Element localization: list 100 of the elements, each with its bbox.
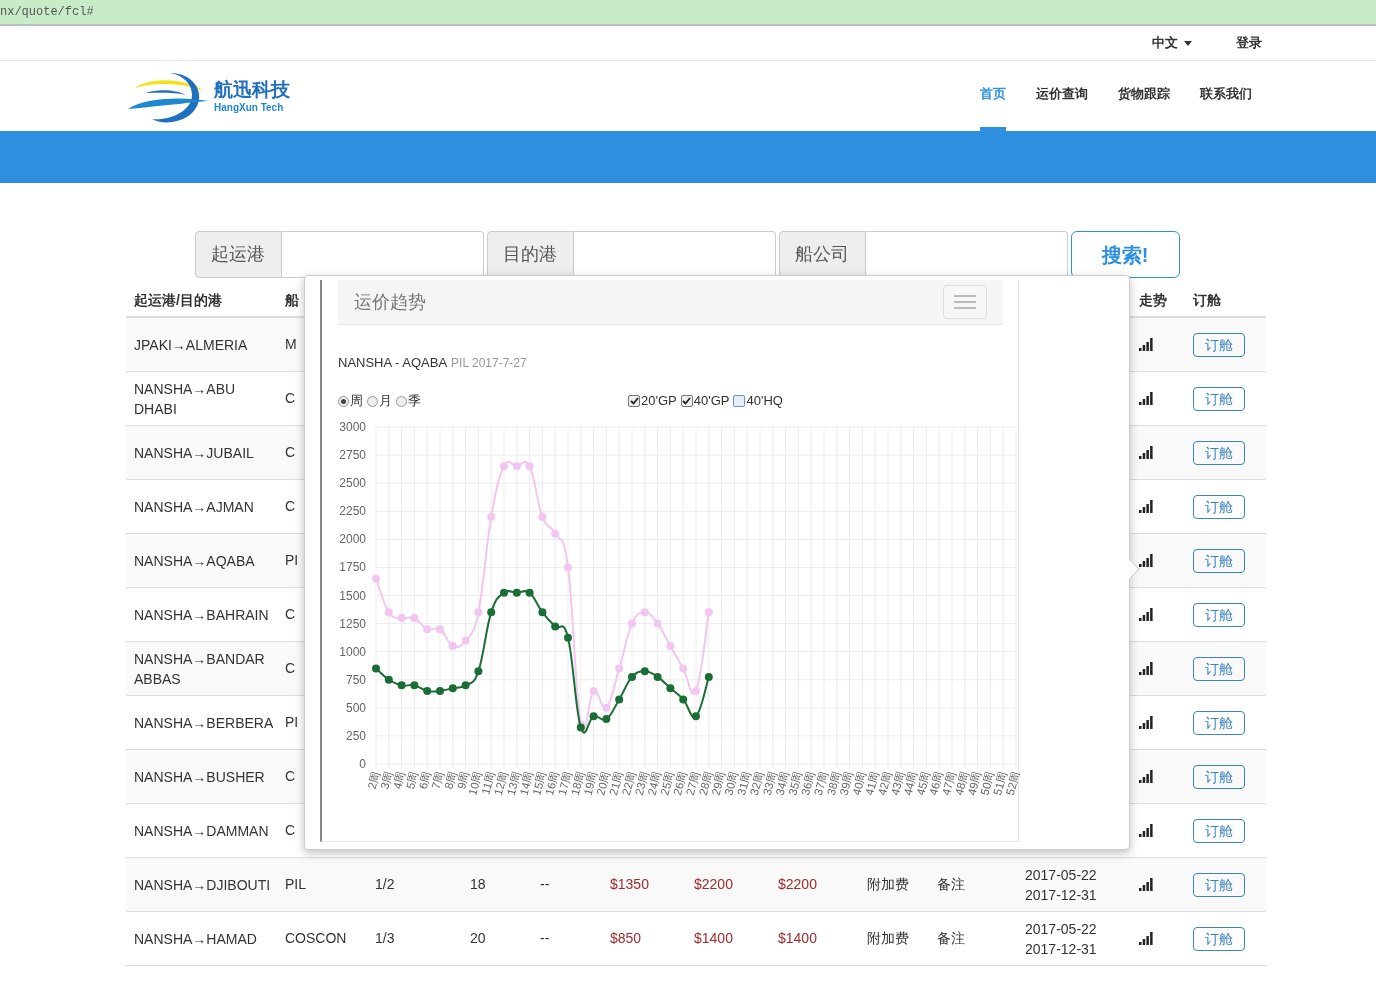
period-radio[interactable]: 季 bbox=[396, 391, 421, 411]
container-checkbox[interactable]: 40'GP bbox=[680, 391, 730, 411]
signal-bars-icon bbox=[1139, 608, 1153, 621]
data-point bbox=[423, 687, 432, 695]
date-cell-text: 2017-12-31 bbox=[1025, 939, 1098, 959]
table-cell-text: 1/3 bbox=[375, 929, 396, 948]
book-button[interactable]: 订舱 bbox=[1193, 926, 1245, 951]
book-button[interactable]: 订舱 bbox=[1193, 386, 1245, 411]
y-tick-label: 1500 bbox=[339, 588, 366, 603]
y-tick-label: 0 bbox=[359, 757, 366, 771]
data-point bbox=[653, 672, 662, 681]
signal-bars-icon bbox=[1139, 392, 1153, 405]
data-point bbox=[640, 667, 649, 676]
data-point bbox=[474, 667, 483, 676]
table-cell-text: 1/2 bbox=[375, 875, 396, 894]
data-point bbox=[551, 529, 560, 538]
carrier-cell-text: C bbox=[285, 821, 296, 840]
nav-link[interactable]: 运价查询 bbox=[1036, 61, 1088, 131]
data-point bbox=[679, 664, 688, 673]
note-link[interactable]: 备注 bbox=[937, 928, 965, 949]
carrier-cell-text: PI bbox=[285, 713, 299, 732]
period-radio[interactable]: 月 bbox=[367, 391, 392, 411]
carrier-cell-text: PI bbox=[285, 551, 299, 570]
container-checkbox[interactable]: 20'GP bbox=[628, 391, 677, 411]
route-cell-text: NANSHA→BERBERA bbox=[133, 713, 275, 733]
data-point bbox=[602, 715, 611, 724]
book-button[interactable]: 订舱 bbox=[1193, 602, 1245, 627]
data-point bbox=[538, 512, 547, 521]
carrier-cell-text: C bbox=[285, 767, 296, 786]
route-cell-text: NANSHA→HAMAD bbox=[133, 929, 258, 949]
panel-title: 运价趋势 bbox=[354, 290, 426, 314]
data-point bbox=[461, 681, 470, 690]
data-point bbox=[704, 608, 713, 617]
data-point bbox=[372, 664, 380, 673]
book-button[interactable]: 订舱 bbox=[1193, 332, 1245, 357]
data-point bbox=[487, 608, 496, 617]
data-point bbox=[474, 608, 483, 617]
note-link[interactable]: 备注 bbox=[937, 874, 965, 895]
data-point bbox=[692, 687, 700, 695]
field-label: 船公司 bbox=[778, 231, 866, 278]
book-button[interactable]: 订舱 bbox=[1193, 656, 1245, 681]
nav-link[interactable]: 联系我们 bbox=[1200, 61, 1252, 131]
price-cell-text: $2200 bbox=[778, 875, 818, 894]
column-header: 走势 bbox=[1139, 290, 1168, 310]
book-button[interactable]: 订舱 bbox=[1193, 494, 1245, 519]
data-point bbox=[397, 681, 406, 690]
data-point bbox=[512, 462, 521, 471]
table-cell-text: 18 bbox=[470, 875, 487, 894]
y-tick-label: 1000 bbox=[339, 644, 366, 659]
data-point bbox=[692, 712, 700, 721]
date-cell-text: 2017-05-22 bbox=[1025, 919, 1098, 939]
y-tick-label: 500 bbox=[345, 700, 366, 715]
data-point bbox=[423, 625, 432, 634]
field-label: 目的港 bbox=[486, 231, 574, 278]
book-button[interactable]: 订舱 bbox=[1193, 872, 1245, 897]
book-button[interactable]: 订舱 bbox=[1193, 440, 1245, 465]
route-cell-text: JPAKI→ALMERIA bbox=[133, 335, 249, 355]
menu-button[interactable] bbox=[943, 285, 987, 319]
signal-bars-icon bbox=[1139, 824, 1153, 837]
address-bar[interactable]: nx/quote/fcl# bbox=[0, 0, 1376, 26]
data-point bbox=[512, 588, 521, 597]
column-header: 船 bbox=[285, 290, 299, 310]
data-point bbox=[551, 622, 560, 631]
date-cell-text: 2017-05-22 bbox=[1025, 865, 1098, 885]
route-cell-text: NANSHA→JUBAIL bbox=[133, 443, 255, 463]
surcharge-link[interactable]: 附加费 bbox=[867, 928, 909, 949]
signal-bars-icon bbox=[1139, 446, 1153, 459]
book-button[interactable]: 订舱 bbox=[1193, 818, 1245, 843]
book-button[interactable]: 订舱 bbox=[1193, 764, 1245, 789]
date-cell-text: 2017-12-31 bbox=[1025, 885, 1098, 905]
period-radio[interactable]: 周 bbox=[338, 391, 363, 411]
data-point bbox=[576, 723, 585, 732]
carrier-cell-text: C bbox=[285, 497, 296, 516]
route-cell-text: NANSHA→ABU DHABI bbox=[133, 379, 237, 419]
signal-bars-icon bbox=[1139, 716, 1153, 729]
route-cell-text: NANSHA→DAMMAN bbox=[133, 821, 270, 841]
data-point bbox=[704, 672, 713, 681]
data-point bbox=[500, 588, 508, 597]
data-point bbox=[538, 608, 547, 617]
container-checkbox[interactable]: 40'HQ bbox=[733, 391, 783, 411]
book-button[interactable]: 订舱 bbox=[1193, 710, 1245, 735]
signal-bars-icon bbox=[1139, 878, 1153, 891]
y-tick-label: 2250 bbox=[339, 504, 366, 519]
language-dropdown[interactable]: 中文 bbox=[1152, 33, 1192, 53]
login-link[interactable]: 登录 bbox=[1236, 33, 1262, 53]
column-header: 订舱 bbox=[1193, 290, 1222, 310]
y-tick-label: 250 bbox=[345, 728, 366, 743]
y-tick-label: 2000 bbox=[339, 532, 366, 547]
data-point bbox=[448, 642, 457, 651]
book-button[interactable]: 订舱 bbox=[1193, 548, 1245, 573]
surcharge-link[interactable]: 附加费 bbox=[867, 874, 909, 895]
route-title: NANSHA - AQABA bbox=[338, 354, 448, 372]
data-point bbox=[436, 687, 444, 695]
price-cell-text: $2200 bbox=[694, 875, 734, 894]
data-point bbox=[666, 642, 675, 651]
carrier-cell-text: C bbox=[285, 659, 296, 678]
nav-link[interactable]: 货物跟踪 bbox=[1118, 61, 1170, 131]
data-point bbox=[628, 619, 636, 628]
field-label: 起运港 bbox=[194, 231, 282, 278]
carrier-cell-text: C bbox=[285, 389, 296, 408]
